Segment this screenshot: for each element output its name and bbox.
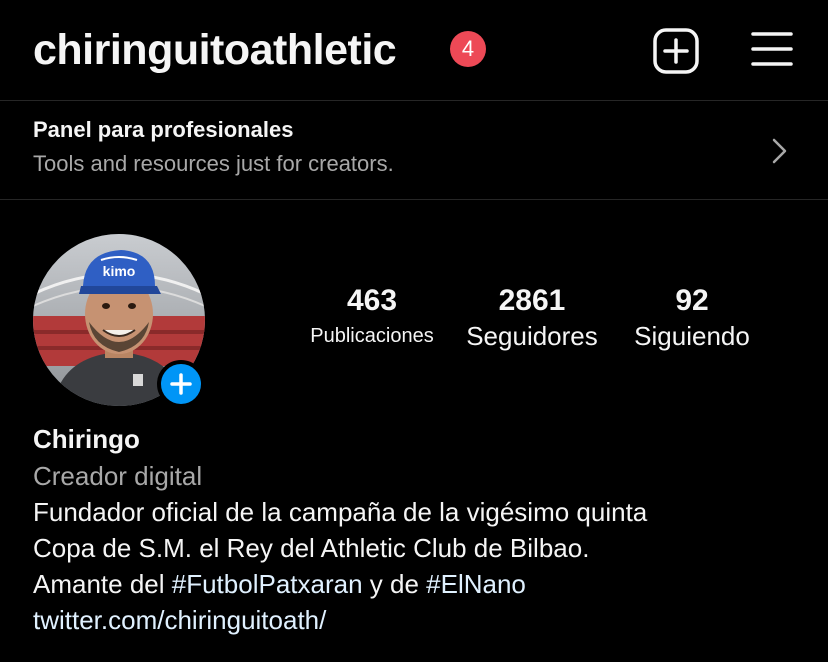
professional-dashboard-subtitle: Tools and resources just for creators. (33, 151, 394, 176)
hamburger-menu-icon (751, 32, 793, 66)
hashtag-futbolpatxaran[interactable]: #FutbolPatxaran (172, 569, 363, 599)
bio-text-prefix: Amante del (33, 569, 172, 599)
display-name: Chiringo (33, 424, 140, 454)
following-stat[interactable]: 92 Siguiendo (625, 283, 759, 352)
create-button[interactable] (653, 28, 699, 74)
panel-divider (0, 199, 828, 200)
posts-stat[interactable]: 463 Publicaciones (300, 283, 444, 348)
following-label: Siguiendo (634, 321, 750, 351)
profile-bio: Chiringo Creador digital Fundador oficia… (33, 422, 813, 638)
bio-line-2: Copa de S.M. el Rey del Athletic Club de… (33, 533, 590, 563)
notification-badge[interactable]: 4 (450, 31, 486, 67)
svg-text:kimo: kimo (103, 263, 136, 279)
profile-screen: chiringuitoathletic 4 Panel para profesi… (0, 0, 828, 662)
posts-count: 463 (346, 284, 398, 317)
bio-line-3: Amante del #FutbolPatxaran y de #ElNano (33, 566, 813, 602)
profile-header: chiringuitoathletic 4 (0, 0, 828, 100)
professional-dashboard-row[interactable]: Panel para profesionales Tools and resou… (0, 101, 828, 199)
bio-text-middle: y de (362, 569, 427, 599)
profile-link[interactable]: twitter.com/chiringuitoath/ (33, 602, 813, 638)
plus-icon (170, 373, 192, 395)
chevron-right-icon (772, 138, 787, 164)
add-story-button[interactable] (157, 360, 205, 408)
plus-square-icon (653, 28, 699, 74)
following-count: 92 (675, 284, 709, 317)
followers-count: 2861 (498, 284, 566, 317)
professional-dashboard-title: Panel para profesionales (33, 117, 294, 142)
posts-label: Publicaciones (310, 325, 434, 347)
followers-stat[interactable]: 2861 Seguidores (458, 283, 606, 352)
hashtag-elnano[interactable]: #ElNano (426, 569, 526, 599)
bio-line-1: Fundador oficial de la campaña de la vig… (33, 497, 648, 527)
followers-label: Seguidores (466, 321, 598, 351)
menu-button[interactable] (751, 30, 793, 68)
category-label: Creador digital (33, 461, 203, 491)
username-switcher[interactable]: chiringuitoathletic (33, 26, 397, 75)
